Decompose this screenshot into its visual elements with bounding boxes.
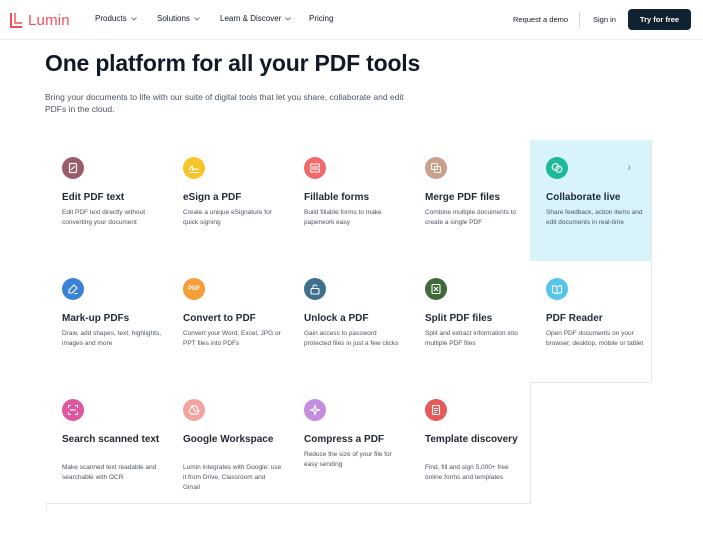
merge-icon	[425, 157, 447, 179]
tool-card-description: Split and extract information into multi…	[425, 330, 518, 347]
nav-products[interactable]: Products	[95, 14, 137, 23]
split-icon	[425, 278, 447, 300]
tool-card-title: Convert to PDF	[183, 313, 256, 324]
nav-divider	[579, 12, 580, 27]
tool-card-convert-to-pdf[interactable]: PDF Convert to PDF Convert your Word, Exce…	[167, 261, 289, 383]
tool-card-description: Gain access to password protected files …	[304, 330, 399, 347]
chevron-down-icon	[194, 16, 200, 21]
chevron-right-icon[interactable]: ›	[628, 162, 631, 173]
tool-card-description: Lumin integrates with Google: use it fro…	[183, 464, 282, 491]
tool-card-description: Make scanned text readable and searchabl…	[62, 464, 157, 481]
tool-card-merge-pdf-files[interactable]: Merge PDF files Combine multiple document…	[409, 140, 531, 262]
tool-card-title: Search scanned text	[62, 434, 160, 445]
nav-learn-label: Learn & Discover	[220, 14, 282, 23]
tool-card-collaborate-live[interactable]: Collaborate live Share feedback, action i…	[530, 140, 652, 262]
tool-card-title: Split PDF files	[425, 313, 493, 324]
request-demo-link[interactable]: Request a demo	[513, 15, 568, 24]
nav-products-label: Products	[95, 14, 127, 23]
tool-card-fillable-forms[interactable]: Fillable forms Build fillable forms to ma…	[288, 140, 410, 262]
tool-card-title: PDF Reader	[546, 313, 603, 324]
nav-pricing[interactable]: Pricing	[309, 14, 333, 23]
sign-in-link[interactable]: Sign in	[593, 15, 616, 24]
tool-card-esign-a-pdf[interactable]: eSign a PDF Create a unique eSignature fo…	[167, 140, 289, 262]
tool-card-description: Find, fill and sign 5,000+ free online f…	[425, 464, 509, 481]
compress-icon	[304, 399, 326, 421]
google-drive-icon	[183, 399, 205, 421]
chevron-down-icon	[130, 16, 137, 21]
tool-card-description: Combine multiple documents to create a s…	[425, 209, 517, 226]
top-navbar: Lumin Products Solutions Learn & Discove…	[0, 0, 703, 40]
nav-solutions-label: Solutions	[157, 14, 190, 23]
tool-card-title: Google Workspace	[183, 434, 274, 445]
unlock-icon	[304, 278, 326, 300]
tool-card-description: Draw, add shapes, text, highlights, imag…	[62, 330, 162, 347]
tool-card-description: Create a unique eSignature for quick sig…	[183, 209, 272, 226]
tool-card-title: Fillable forms	[304, 192, 370, 203]
tool-card-title: Unlock a PDF	[304, 313, 369, 324]
pdf-badge-icon: PDF	[183, 278, 205, 300]
tool-card-description: Share feedback, action items and edit do…	[546, 209, 643, 226]
brand-name: Lumin	[28, 11, 70, 29]
tool-card-title: Merge PDF files	[425, 192, 501, 203]
tool-card-compress-a-pdf[interactable]: Compress a PDF Reduce the size of your fi…	[288, 382, 410, 504]
tool-card-edit-pdf-text[interactable]: Edit PDF text Edit PDF text directly with…	[46, 140, 168, 262]
tool-card-title: Mark-up PDFs	[62, 313, 130, 324]
tool-card-title: Edit PDF text	[62, 192, 125, 203]
tools-grid: Edit PDF text Edit PDF text directly with…	[46, 140, 654, 510]
tool-card-title: Template discovery	[425, 434, 518, 445]
tool-card-template-discovery[interactable]: Template discovery Find, fill and sign 5,…	[409, 382, 531, 504]
tool-card-search-scanned-text[interactable]: Search scanned text Make scanned text rea…	[46, 382, 168, 504]
lumin-logo-icon	[10, 13, 22, 28]
tool-card-google-workspace[interactable]: Google Workspace Lumin integrates with Go…	[167, 382, 289, 504]
nav-learn-discover[interactable]: Learn & Discover	[220, 14, 292, 23]
markup-icon	[62, 278, 84, 300]
tool-card-unlock-a-pdf[interactable]: Unlock a PDF Gain access to password prot…	[288, 261, 410, 383]
edit-document-icon	[62, 157, 84, 179]
tool-card-description: Edit PDF text directly without convertin…	[62, 209, 146, 226]
book-icon	[546, 278, 568, 300]
tool-card-title: Collaborate live	[546, 192, 621, 203]
tool-card-title: eSign a PDF	[183, 192, 242, 203]
page-title: One platform for all your PDF tools	[45, 50, 421, 76]
tool-card-pdf-reader[interactable]: PDF Reader Open PDF documents on your bro…	[530, 261, 652, 383]
lumin-logo[interactable]: Lumin	[8, 10, 70, 30]
try-for-free-button[interactable]: Try for free	[628, 9, 691, 30]
signature-icon	[183, 157, 205, 179]
tool-card-split-pdf-files[interactable]: Split PDF files Split and extract informa…	[409, 261, 531, 383]
page-subtitle: Bring your documents to life with our su…	[45, 92, 404, 114]
tool-card-description: Build fillable forms to make paperwork e…	[304, 209, 382, 226]
tool-card-description: Convert your Word, Excel, JPG or PPT fil…	[183, 330, 281, 347]
form-icon	[304, 157, 326, 179]
nav-pricing-label: Pricing	[309, 14, 334, 23]
tool-card-title: Compress a PDF	[304, 434, 385, 445]
pdf-badge-text: PDF	[188, 286, 200, 292]
tool-card-description: Reduce the size of your file for easy se…	[304, 451, 392, 468]
scan-icon	[62, 399, 84, 421]
template-icon	[425, 399, 447, 421]
chat-bubbles-icon	[546, 157, 568, 179]
tool-card-description: Open PDF documents on your browser, desk…	[546, 330, 644, 347]
chevron-down-icon	[285, 16, 292, 21]
tool-card-mark-up-pdfs[interactable]: Mark-up PDFs Draw, add shapes, text, high…	[46, 261, 168, 383]
nav-solutions[interactable]: Solutions	[157, 14, 200, 23]
